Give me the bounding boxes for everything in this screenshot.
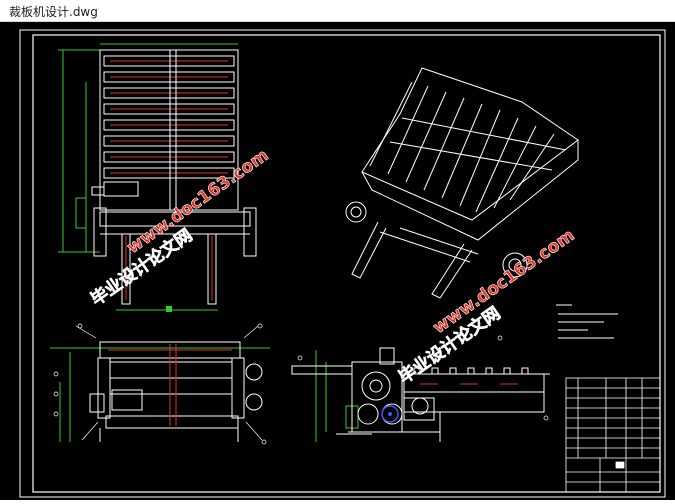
window-title: 裁板机设计.dwg [9,5,98,19]
cad-drawing: 毕业设计论文网 www.doc163.com 毕业设计论文网 www.doc16… [19,29,666,498]
conveyor-view [403,367,550,442]
watermark-group: 毕业设计论文网 www.doc163.com 毕业设计论文网 www.doc16… [87,145,579,388]
drawing-border [19,29,666,498]
technical-notes [556,304,618,339]
cad-drawing-canvas[interactable]: 毕业设计论文网 www.doc163.com 毕业设计论文网 www.doc16… [0,22,675,500]
window-title-bar: 裁板机设计.dwg [0,0,675,22]
title-block [565,377,661,493]
front-view [50,325,270,442]
watermark-text-4: www.doc163.com [429,225,578,338]
